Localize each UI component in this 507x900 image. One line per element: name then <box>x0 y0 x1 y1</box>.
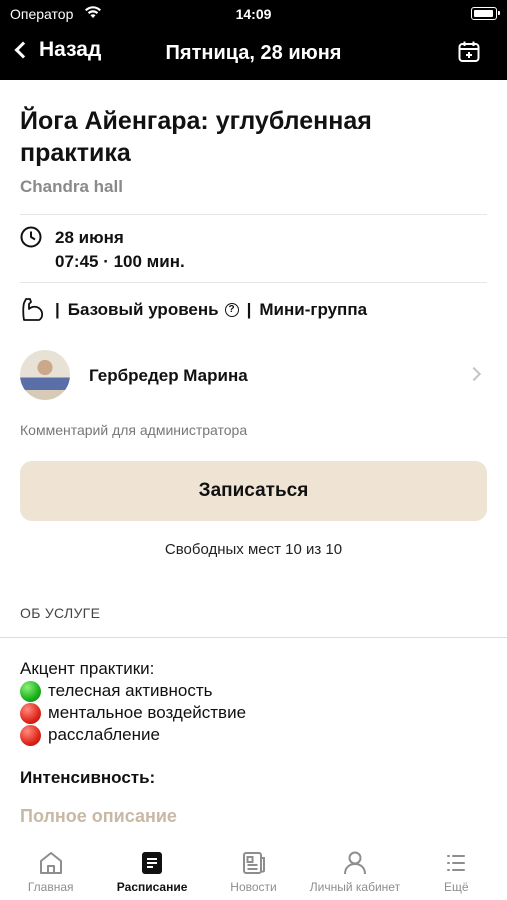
accent-heading: Акцент практики: <box>20 659 155 678</box>
clock-icon <box>20 226 42 248</box>
attribute-separator: | <box>55 300 60 319</box>
tab-news[interactable]: Новости <box>203 836 304 900</box>
tab-home[interactable]: Главная <box>0 836 101 900</box>
service-description: Акцент практики: телесная активность мен… <box>20 658 487 746</box>
calendar-add-icon[interactable] <box>457 40 481 64</box>
class-time: 07:45 · 100 мин. <box>55 252 185 271</box>
info-icon[interactable]: ? <box>224 303 239 317</box>
free-seats-text: Свободных мест 10 из 10 <box>164 541 343 558</box>
status-bar: Оператор 14:09 <box>0 0 507 28</box>
navigation-bar: Назад Пятница, 28 июня <box>0 32 507 72</box>
green-circle-icon <box>20 680 41 702</box>
red-circle-icon <box>20 702 41 724</box>
tab-label: Личный кабинет <box>309 880 401 894</box>
accent-item-label: телесная активность <box>48 681 213 700</box>
section-title-about: ОБ УСЛУГЕ <box>20 605 101 621</box>
divider <box>20 282 487 283</box>
accent-item: телесная активность <box>20 680 487 702</box>
red-circle-icon <box>20 724 41 746</box>
status-time: 14:09 <box>235 6 272 22</box>
tab-more[interactable]: Ещё <box>406 836 507 900</box>
trainer-name: Гербредер Марина <box>89 366 248 385</box>
signup-button[interactable]: Записаться <box>20 461 487 521</box>
level-label: Базовый уровень <box>67 300 219 319</box>
accent-item: расслабление <box>20 724 487 746</box>
hall-name: Chandra hall <box>20 177 123 196</box>
full-description-link[interactable]: Полное описание <box>20 806 177 827</box>
back-button[interactable]: Назад <box>12 38 101 62</box>
header-bar: Оператор 14:09 Назад Пятница, 28 июня <box>0 0 507 80</box>
muscle-arm-icon <box>22 298 44 321</box>
accent-item-label: расслабление <box>48 725 160 744</box>
tab-schedule[interactable]: Расписание <box>101 836 202 900</box>
admin-comment-link[interactable]: Комментарий для администратора <box>20 422 247 438</box>
trainer-row[interactable]: Гербредер Марина <box>20 350 487 404</box>
chevron-right-icon <box>466 366 482 382</box>
tab-profile[interactable]: Личный кабинет <box>304 836 405 900</box>
news-icon <box>242 852 265 874</box>
tab-label: Расписание <box>116 880 188 894</box>
divider <box>20 214 487 215</box>
schedule-icon <box>142 852 163 874</box>
tab-label: Главная <box>27 880 74 894</box>
avatar <box>20 350 70 400</box>
tab-label: Ещё <box>444 880 469 894</box>
tab-bar: Главная Расписание Новости Личный кабине… <box>0 836 507 900</box>
intensity-heading: Интенсивность: <box>20 768 156 787</box>
class-date: 28 июня <box>55 228 124 247</box>
tab-label: Новости <box>230 880 277 894</box>
profile-icon <box>343 851 366 875</box>
back-label: Назад <box>39 38 102 61</box>
more-list-icon <box>447 855 466 871</box>
battery-icon <box>471 7 500 20</box>
accent-item: ментальное воздействие <box>20 702 487 724</box>
class-attributes: | Базовый уровень ? | Мини-группа <box>55 300 367 320</box>
attribute-separator: | <box>246 300 252 319</box>
home-icon <box>39 852 62 874</box>
divider <box>0 637 507 638</box>
class-title: Йога Айенгара: углубленная практика <box>20 107 372 167</box>
accent-item-label: ментальное воздействие <box>48 703 247 722</box>
chevron-left-icon <box>14 41 32 59</box>
group-label: Мини-группа <box>259 300 368 319</box>
